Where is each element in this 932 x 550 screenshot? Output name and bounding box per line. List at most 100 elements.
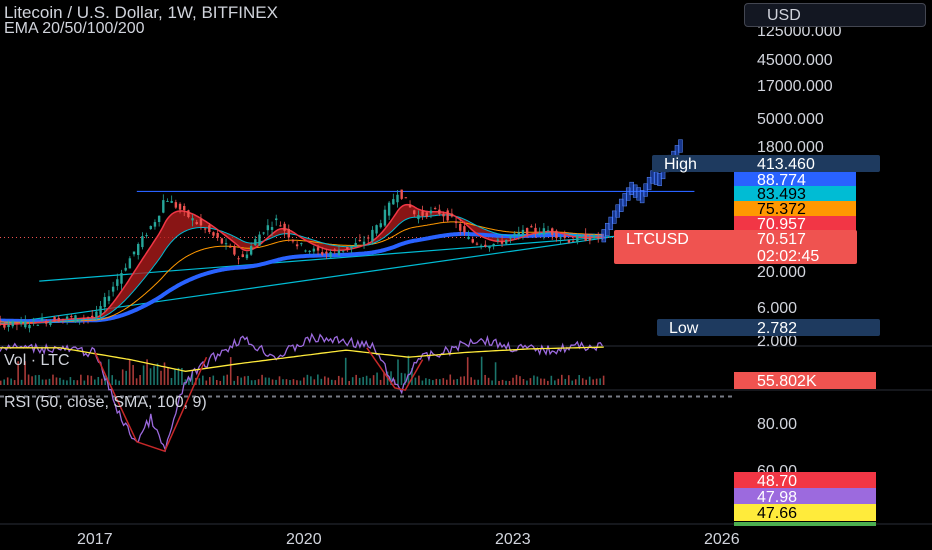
- price-label-name: Low: [669, 320, 699, 337]
- candle-body: [354, 242, 357, 247]
- candle-body: [195, 222, 198, 225]
- ema20-line: [0, 203, 604, 326]
- volume-bar: [222, 375, 225, 385]
- candle-body: [187, 210, 190, 218]
- candle-body: [450, 213, 454, 217]
- candle-body: [379, 223, 382, 228]
- price-label-countdown: 02:02:45: [757, 248, 819, 265]
- candle-body: [300, 243, 303, 245]
- candle-body: [283, 223, 286, 231]
- candle-body: [442, 213, 445, 217]
- volume-bar: [226, 374, 229, 385]
- candle-body: [367, 237, 370, 239]
- chart-canvas[interactable]: 125000.00045000.00017000.0005000.0001800…: [0, 0, 932, 550]
- volume-bar: [167, 367, 169, 385]
- volume-bar: [344, 357, 347, 385]
- rsi-legend[interactable]: RSI (50, close, SMA, 100, 9): [4, 394, 207, 412]
- candle-body: [95, 311, 98, 318]
- candle-body: [262, 232, 265, 234]
- candle-body: [459, 223, 462, 231]
- volume-bar: [348, 380, 351, 385]
- candle-body: [438, 209, 441, 214]
- volume-bar: [397, 359, 399, 385]
- candle-body: [454, 221, 458, 224]
- volume-legend[interactable]: Vol · LTC: [4, 352, 70, 370]
- candle-body: [191, 218, 194, 221]
- candle-body: [291, 240, 295, 242]
- volume-bar: [48, 378, 51, 385]
- candle-body: [400, 189, 403, 199]
- candle-body: [103, 297, 106, 308]
- candle-body: [245, 254, 249, 259]
- candle-body: [0, 320, 2, 322]
- candle-body: [513, 233, 516, 236]
- volume-bar: [52, 374, 54, 385]
- price-label-name: High: [664, 156, 697, 173]
- volume-bar: [31, 376, 33, 385]
- candle-body: [425, 212, 428, 218]
- price-label-name: LTCUSD: [626, 231, 689, 248]
- volume-bar: [494, 362, 497, 385]
- volume-bar: [69, 377, 72, 385]
- volume-bar: [463, 376, 466, 385]
- currency-selector[interactable]: USD: [744, 3, 926, 27]
- volume-bar: [3, 379, 5, 385]
- candle-body: [224, 243, 228, 245]
- rsi-label-value: 47.98: [757, 489, 797, 506]
- rsi-label-box: [734, 504, 876, 521]
- candle-body: [308, 250, 311, 252]
- volume-bar: [139, 375, 141, 385]
- volume-bar: [163, 362, 166, 385]
- candle-body: [86, 317, 90, 319]
- volume-bar: [254, 380, 256, 385]
- volume-bar: [264, 377, 267, 385]
- candle-body: [237, 258, 240, 260]
- volume-bar: [449, 374, 452, 385]
- volume-bar: [215, 380, 218, 385]
- candle-body: [15, 322, 19, 324]
- rsi-tick-label: 80.00: [757, 416, 797, 433]
- volume-bar: [501, 379, 504, 385]
- volume-bar: [540, 378, 542, 385]
- candle-body: [137, 243, 140, 255]
- time-tick-label: 2023: [495, 531, 531, 548]
- projection-bar: [678, 139, 683, 153]
- volume-bar: [41, 379, 44, 385]
- candle-body: [417, 215, 420, 220]
- rsi-label-value: 48.70: [757, 473, 797, 490]
- volume-bar: [445, 379, 448, 385]
- volume-bar: [358, 377, 361, 385]
- price-label-value: 2.782: [757, 320, 797, 337]
- volume-bar: [585, 379, 587, 385]
- volume-bar: [470, 377, 472, 385]
- candle-body: [479, 245, 483, 247]
- volume-bar: [452, 379, 455, 385]
- volume-bar: [407, 355, 410, 385]
- volume-bar: [592, 379, 594, 385]
- volume-bar: [38, 374, 40, 385]
- time-axis[interactable]: 2017 2020 2023 2026: [77, 531, 740, 548]
- candle-body: [153, 222, 157, 227]
- candle-body: [254, 239, 257, 246]
- candle-body: [525, 228, 529, 235]
- candle-body: [371, 229, 374, 242]
- candle-body: [383, 209, 387, 226]
- price-axis[interactable]: 125000.00045000.00017000.0005000.0001800…: [614, 23, 880, 526]
- candle-body: [258, 234, 261, 246]
- candle-body: [337, 250, 341, 256]
- volume-bar: [55, 377, 58, 385]
- volume-bar: [529, 378, 532, 385]
- volume-bar: [303, 377, 305, 385]
- volume-bar: [599, 378, 601, 385]
- volume-bar: [59, 377, 61, 385]
- candle-body: [392, 199, 395, 205]
- candle-body: [183, 206, 186, 211]
- candle-body: [316, 247, 320, 251]
- volume-bar: [526, 380, 528, 385]
- time-tick-label: 2026: [704, 531, 740, 548]
- candle-body: [249, 245, 253, 255]
- volume-bar: [313, 379, 316, 385]
- indicator-legend[interactable]: EMA 20/50/100/200: [4, 20, 145, 38]
- price-tick-label: 5000.000: [757, 111, 824, 128]
- candle-body: [467, 236, 470, 239]
